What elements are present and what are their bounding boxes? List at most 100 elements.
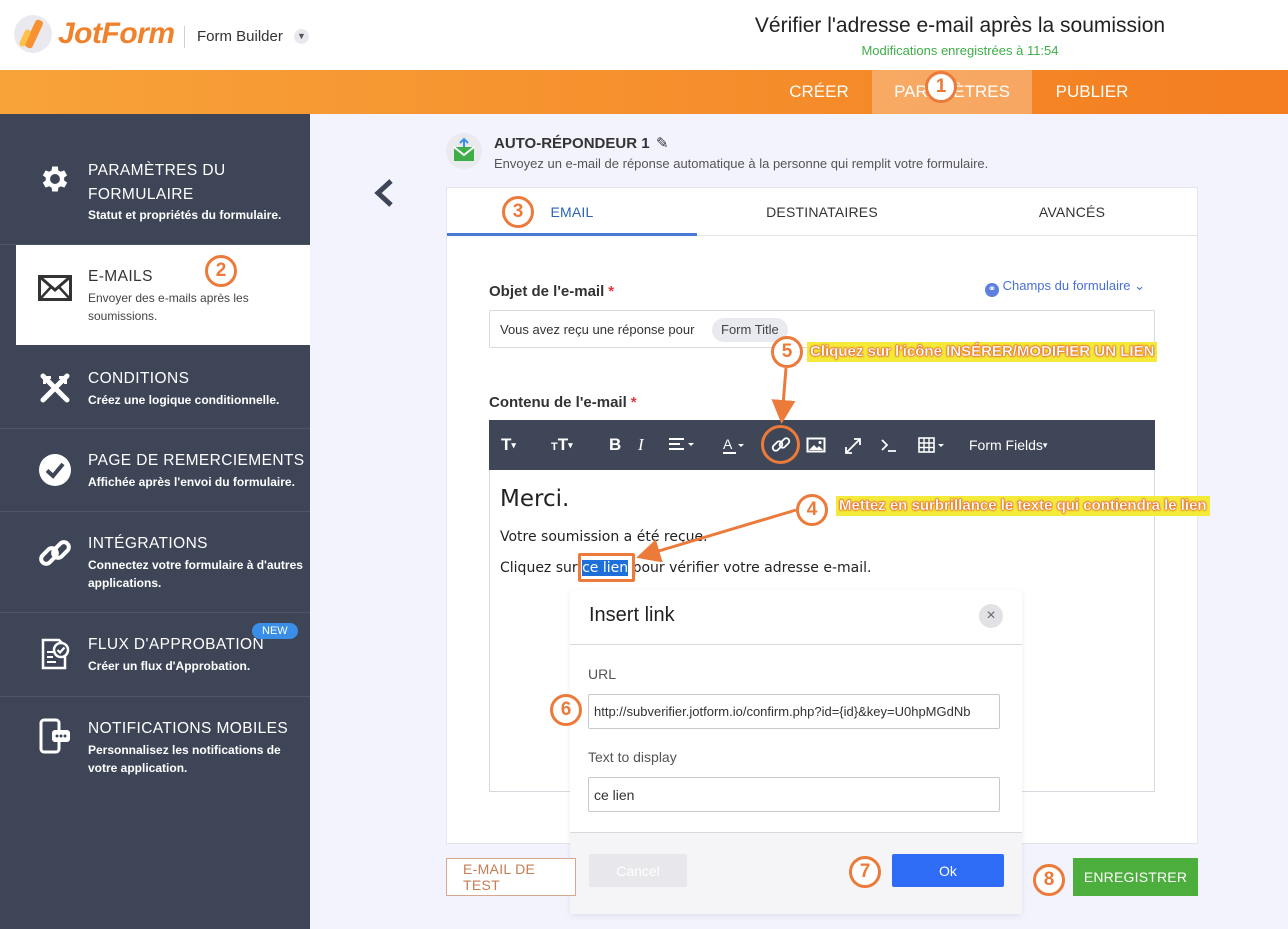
- mobile-notification-icon: [38, 718, 72, 754]
- check-circle-icon: [38, 453, 72, 487]
- gear-icon: [38, 162, 72, 196]
- settings-sidebar: PARAMÈTRES DU FORMULAIRE Statut et propr…: [0, 114, 310, 929]
- sidebar-item-approval-flow[interactable]: FLUX D'APPROBATION Créer un flux d'Appro…: [0, 613, 310, 697]
- step-badge-4: 4: [796, 494, 828, 526]
- sidebar-item-mobile-notifications[interactable]: NOTIFICATIONS MOBILES Personnalisez les …: [0, 697, 310, 797]
- chevron-down-icon[interactable]: ▼: [294, 29, 309, 44]
- cancel-button[interactable]: Cancel: [589, 854, 687, 887]
- italic-icon[interactable]: I: [638, 434, 644, 456]
- form-fields-label: Champs du formulaire: [1002, 278, 1131, 293]
- step-badge-6: 6: [550, 694, 582, 726]
- highlight-selected-text: [578, 553, 635, 582]
- line2-before: Cliquez sur: [500, 560, 578, 576]
- image-icon[interactable]: [806, 434, 826, 456]
- close-icon[interactable]: ×: [979, 604, 1003, 628]
- sidebar-item-subtitle: Envoyer des e-mails après les soumission…: [88, 291, 249, 323]
- sidebar-item-subtitle: Connectez votre formulaire à d'autres ap…: [88, 558, 303, 590]
- form-title[interactable]: Vérifier l'adresse e-mail après la soumi…: [700, 14, 1220, 38]
- save-status: Modifications enregistrées à 11:54: [861, 43, 1059, 58]
- fullscreen-icon[interactable]: [844, 434, 862, 456]
- content-label: Contenu de l'e-mail *: [489, 394, 637, 411]
- jotform-logo[interactable]: JotForm: [14, 14, 175, 54]
- sidebar-item-subtitle: Créez une logique conditionnelle.: [88, 393, 280, 407]
- autoresponder-icon: [446, 133, 482, 169]
- sidebar-item-title: FLUX D'APPROBATION: [88, 636, 265, 653]
- dialog-title: Insert link: [589, 604, 675, 626]
- dialog-footer: Cancel Ok: [570, 832, 1022, 914]
- form-fields-menu[interactable]: Form Fields▾: [969, 434, 1047, 456]
- url-input[interactable]: [588, 694, 1000, 729]
- approval-document-icon: [38, 637, 72, 671]
- text-to-display-label: Text to display: [588, 749, 677, 765]
- bold-icon[interactable]: B: [609, 434, 621, 456]
- sidebar-item-integrations[interactable]: INTÉGRATIONS Connectez votre formulaire …: [0, 512, 310, 613]
- step-badge-7: 7: [849, 856, 881, 888]
- code-view-icon[interactable]: [879, 434, 899, 456]
- step-badge-3: 3: [502, 196, 534, 228]
- sidebar-item-subtitle: Statut et propriétés du formulaire.: [88, 208, 282, 222]
- sidebar-item-form-settings[interactable]: PARAMÈTRES DU FORMULAIRE Statut et propr…: [0, 114, 310, 245]
- ok-button[interactable]: Ok: [892, 854, 1004, 887]
- sidebar-item-thank-you-page[interactable]: PAGE DE REMERCIEMENTS Affichée après l'e…: [0, 429, 310, 512]
- new-badge: NEW: [252, 623, 298, 639]
- test-email-button[interactable]: E-MAIL DE TEST: [446, 858, 576, 896]
- subject-text: Vous avez reçu une réponse pour: [500, 322, 695, 337]
- step-badge-2: 2: [205, 255, 237, 287]
- nav-tab-publish[interactable]: PUBLIER: [1032, 70, 1152, 114]
- subject-label: Objet de l'e-mail *: [489, 283, 614, 300]
- nav-tab-create[interactable]: CRÉER: [766, 70, 872, 114]
- save-button[interactable]: ENREGISTRER: [1073, 858, 1198, 896]
- tab-advanced[interactable]: AVANCÉS: [947, 188, 1197, 236]
- callout-step-5: Cliquez sur l'icône INSÉRER/MODIFIER UN …: [807, 342, 1158, 362]
- table-icon[interactable]: [917, 434, 949, 456]
- tab-email[interactable]: EMAIL: [447, 188, 697, 236]
- font-size-icon[interactable]: TT▾: [551, 434, 573, 456]
- required-mark: *: [608, 283, 615, 300]
- top-header: JotForm Form Builder ▼ Vérifier l'adress…: [0, 0, 1288, 70]
- builder-label[interactable]: Form Builder: [197, 28, 283, 45]
- step-badge-8: 8: [1033, 864, 1065, 896]
- main-nav: CRÉER PARAMÈTRES PUBLIER: [0, 70, 1288, 114]
- link-icon: ⚭: [985, 283, 999, 297]
- insert-link-dialog: Insert link × URL Text to display Cancel…: [570, 590, 1022, 914]
- sidebar-item-conditions[interactable]: CONDITIONS Créez une logique conditionne…: [0, 345, 310, 429]
- autoresponder-description: Envoyez un e-mail de réponse automatique…: [494, 156, 989, 171]
- content-label-text: Contenu de l'e-mail: [489, 394, 627, 411]
- autoresponder-title: AUTO-RÉPONDEUR 1: [494, 135, 650, 152]
- sidebar-item-title: NOTIFICATIONS MOBILES: [88, 720, 289, 737]
- sidebar-item-subtitle: Créer un flux d'Approbation.: [88, 659, 251, 673]
- link-chain-icon: [38, 536, 72, 570]
- svg-text:A: A: [723, 436, 733, 452]
- subject-label-text: Objet de l'e-mail: [489, 283, 605, 300]
- dialog-divider: [570, 644, 1022, 645]
- back-arrow-icon[interactable]: [372, 178, 396, 208]
- chevron-down-icon: ⌄: [1134, 278, 1146, 293]
- email-line-1: Votre soumission a été reçue.: [500, 529, 708, 545]
- sidebar-item-title: INTÉGRATIONS: [88, 535, 208, 552]
- sidebar-item-subtitle: Personnalisez les notifications de votre…: [88, 743, 281, 775]
- sidebar-item-title: PAGE DE REMERCIEMENTS: [88, 452, 305, 469]
- sidebar-item-title: CONDITIONS: [88, 370, 190, 387]
- jotform-logo-icon: [14, 15, 52, 53]
- step-badge-5: 5: [771, 336, 803, 368]
- sidebar-item-emails[interactable]: E-MAILS Envoyer des e-mails après les so…: [16, 245, 310, 345]
- align-icon[interactable]: [667, 434, 697, 456]
- sidebar-item-title: E-MAILS: [88, 268, 153, 285]
- callout-step-4: Mettez en surbrillance le texte qui cont…: [836, 496, 1210, 516]
- pencil-icon[interactable]: ✎: [656, 134, 669, 152]
- logo-text: JotForm: [58, 17, 175, 50]
- header-divider: [184, 26, 185, 48]
- text-color-icon[interactable]: A: [721, 434, 747, 456]
- conditions-icon: [38, 371, 72, 405]
- form-fields-menu-label: Form Fields: [969, 437, 1043, 453]
- font-family-icon[interactable]: T▾: [501, 434, 516, 456]
- highlight-link-tool: [761, 425, 800, 464]
- form-fields-dropdown[interactable]: ⚭ Champs du formulaire ⌄: [985, 278, 1145, 297]
- sidebar-item-title: PARAMÈTRES DU FORMULAIRE: [88, 162, 226, 203]
- envelope-icon: [38, 271, 72, 305]
- editor-toolbar: T▾ TT▾ B I A Form Fields▾: [489, 420, 1155, 470]
- email-line-2: Cliquez sur ce lien pour vérifier votre …: [500, 560, 871, 576]
- email-tabs: EMAIL DESTINATAIRES AVANCÉS: [447, 188, 1197, 236]
- tab-recipients[interactable]: DESTINATAIRES: [697, 188, 947, 236]
- text-to-display-input[interactable]: [588, 777, 1000, 812]
